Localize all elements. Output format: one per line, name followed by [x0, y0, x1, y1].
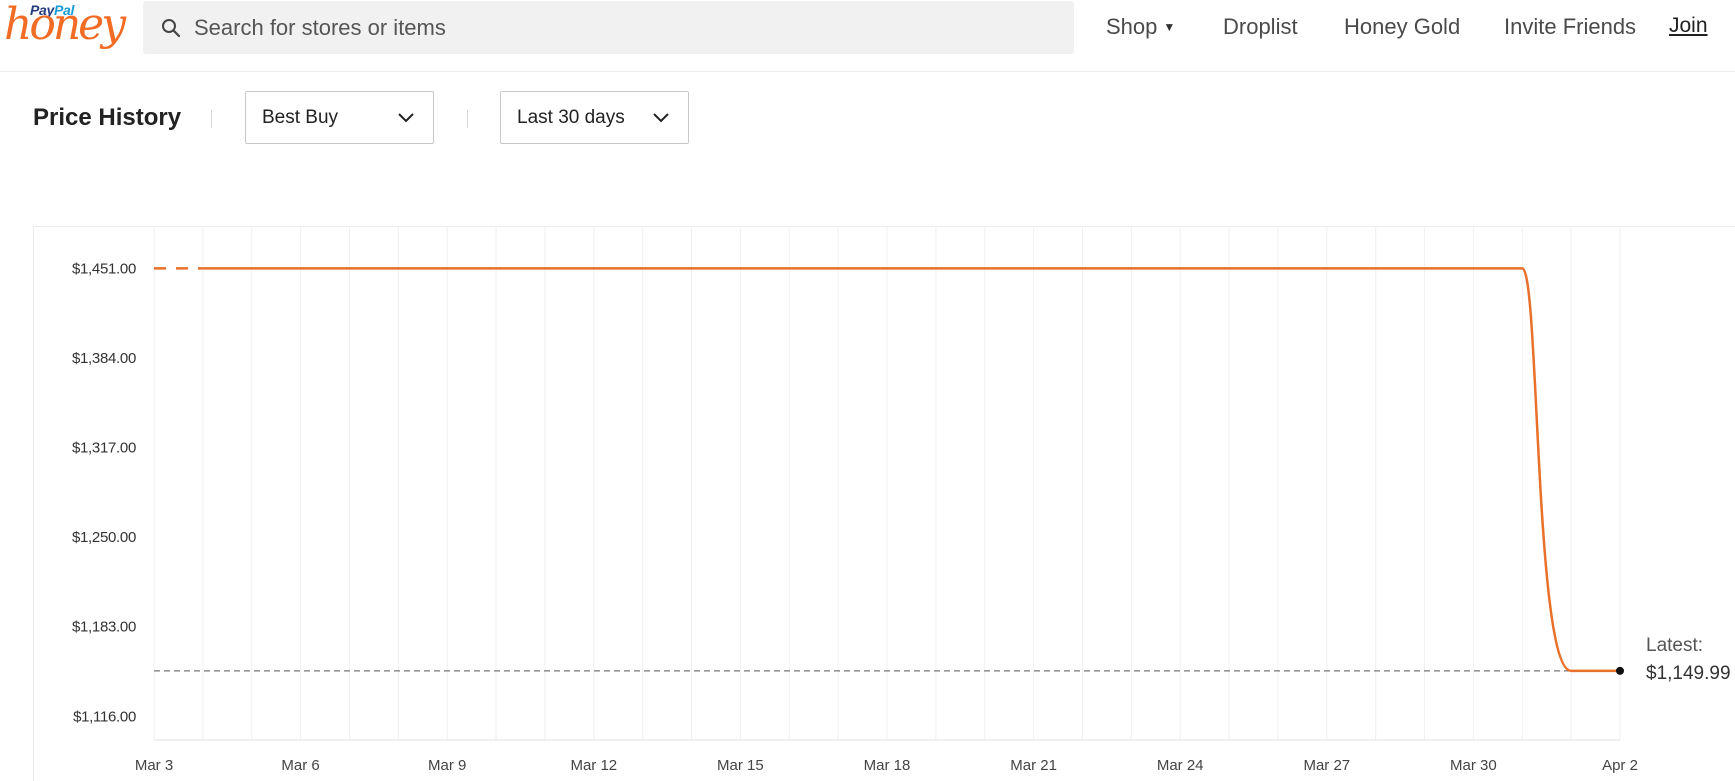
x-tick-label: Mar 21 — [1010, 757, 1057, 774]
latest-price-point — [1616, 666, 1624, 675]
x-tick-label: Apr 2 — [1602, 757, 1638, 774]
y-tick-label: $1,250.00 — [72, 529, 136, 546]
latest-price-label: Latest: — [1646, 635, 1704, 656]
y-tick-label: $1,451.00 — [72, 260, 136, 277]
x-tick-label: Mar 15 — [717, 757, 764, 774]
y-tick-label: $1,183.00 — [72, 619, 136, 636]
price-line-series — [202, 267, 1620, 673]
x-tick-label: Mar 3 — [135, 757, 173, 774]
x-tick-label: Mar 12 — [570, 757, 617, 774]
y-tick-label: $1,317.00 — [72, 440, 136, 457]
x-tick-label: Mar 30 — [1450, 757, 1497, 774]
x-tick-label: Mar 24 — [1157, 757, 1204, 774]
latest-price-value: $1,149.99 — [1646, 663, 1731, 684]
x-tick-label: Mar 9 — [428, 757, 466, 774]
y-tick-label: $1,116.00 — [73, 708, 136, 725]
x-tick-label: Mar 6 — [281, 757, 319, 774]
x-tick-label: Mar 18 — [864, 757, 911, 774]
y-tick-label: $1,384.00 — [72, 350, 136, 367]
x-tick-label: Mar 27 — [1303, 757, 1350, 774]
price-history-chart: Mar 3 Mar 6 Mar 9 Mar 12 Mar 15 Mar 18 Mar 21 M… — [72, 226, 1638, 774]
